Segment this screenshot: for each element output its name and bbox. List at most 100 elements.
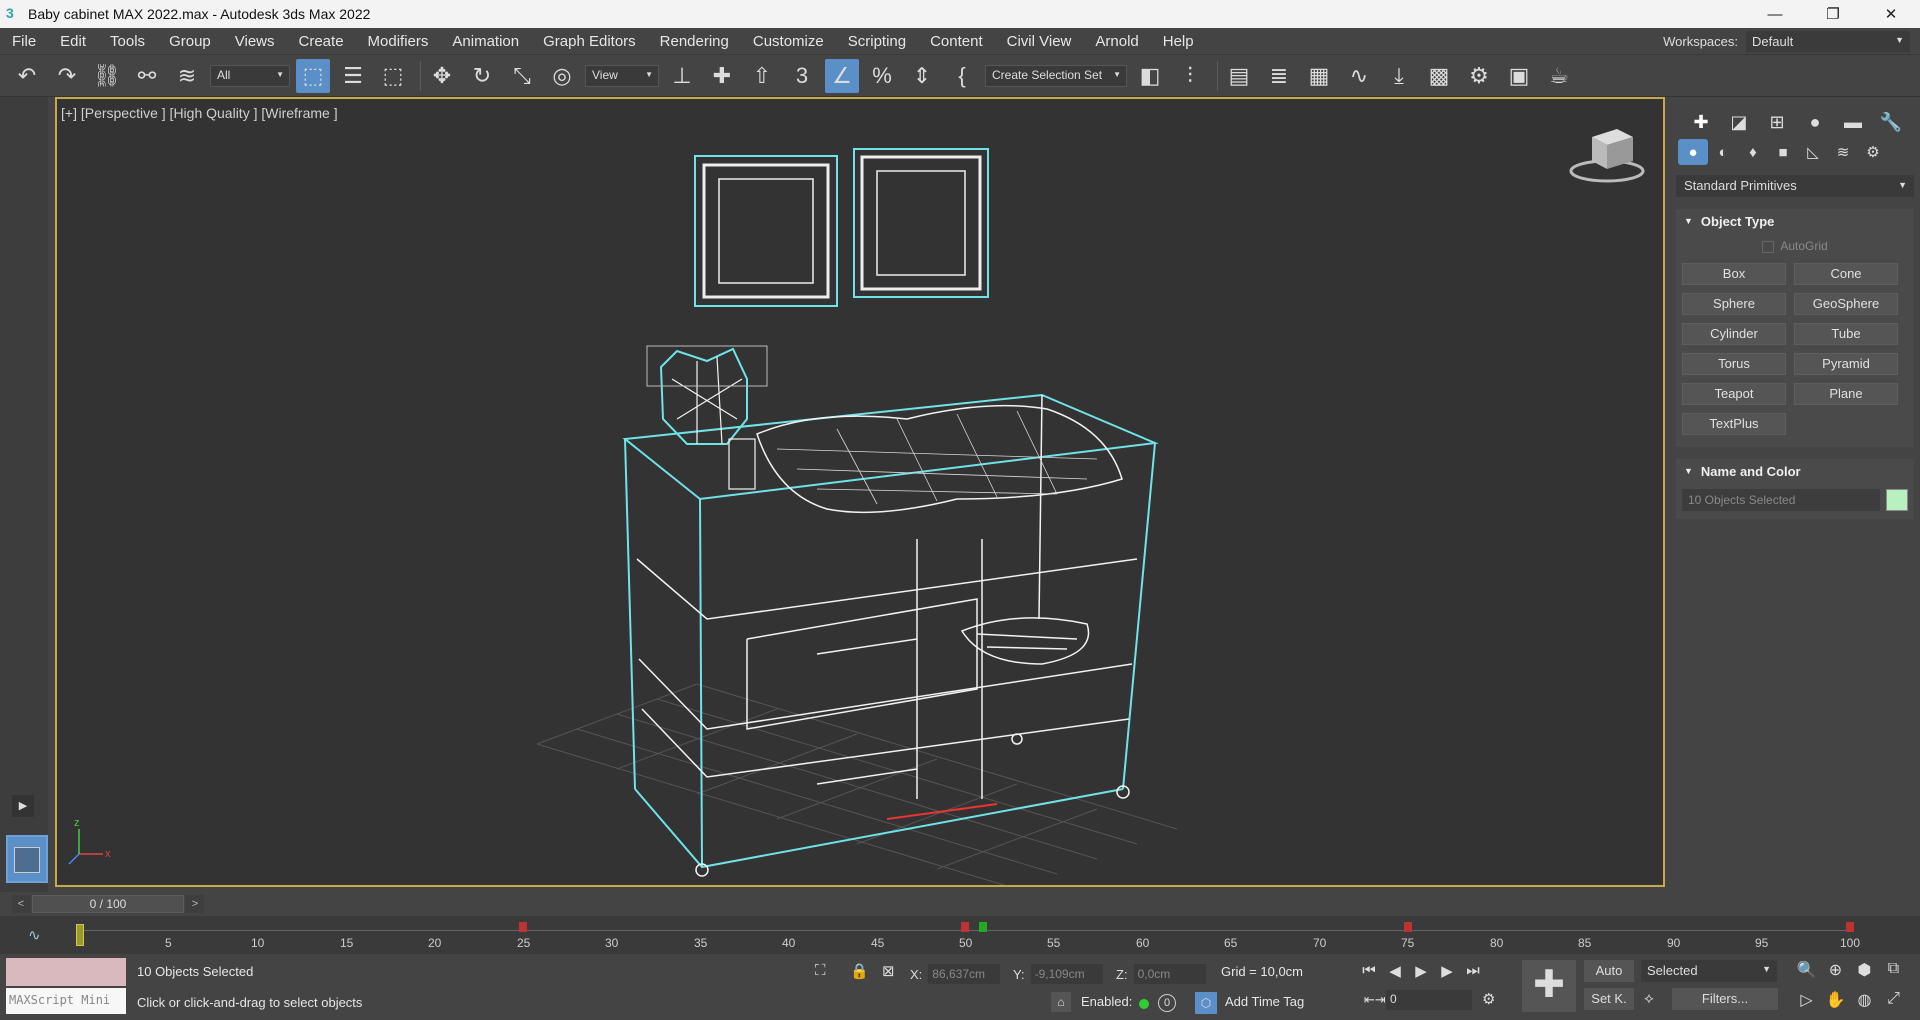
- time-slider[interactable]: < 0 / 100 >: [0, 892, 1920, 916]
- cylinder-button[interactable]: Cylinder: [1682, 323, 1786, 345]
- key-marker[interactable]: [1846, 922, 1854, 932]
- menu-arnold[interactable]: Arnold: [1083, 33, 1150, 50]
- select-object-icon[interactable]: ⬚: [296, 58, 330, 93]
- minimize-button[interactable]: —: [1746, 0, 1804, 28]
- select-by-name-icon[interactable]: ☰: [336, 59, 370, 93]
- cameras-icon[interactable]: ■: [1768, 139, 1798, 165]
- zoom-extents-icon[interactable]: ⬢: [1850, 960, 1879, 980]
- orbit-icon[interactable]: ◍: [1850, 990, 1879, 1010]
- menu-animation[interactable]: Animation: [440, 33, 531, 50]
- angle-snap-icon[interactable]: ∠: [825, 58, 859, 93]
- zoom-icon[interactable]: 🔍: [1792, 960, 1821, 980]
- redo-icon[interactable]: ↷: [50, 59, 84, 93]
- link-icon[interactable]: ⛓: [90, 59, 124, 93]
- menu-civil-view[interactable]: Civil View: [995, 33, 1084, 50]
- move-icon[interactable]: ✥: [425, 59, 459, 93]
- hierarchy-tab-icon[interactable]: ⊞: [1758, 109, 1796, 135]
- object-name-field[interactable]: 10 Objects Selected: [1682, 489, 1880, 511]
- sphere-button[interactable]: Sphere: [1682, 293, 1786, 315]
- shapes-icon[interactable]: ◐: [1708, 139, 1738, 165]
- maximize-viewport-icon[interactable]: ⤢: [1879, 990, 1908, 1010]
- undo-icon[interactable]: ↶: [10, 59, 44, 93]
- systems-icon[interactable]: ⚙: [1858, 139, 1888, 165]
- rendered-frame-window-icon[interactable]: ▣: [1502, 59, 1536, 93]
- time-tag-counter-icon[interactable]: 0: [1158, 994, 1176, 1012]
- perspective-viewport[interactable]: [+] [Perspective ] [High Quality ] [Wire…: [55, 97, 1665, 887]
- menu-tools[interactable]: Tools: [98, 33, 157, 50]
- isolate-selection-icon[interactable]: ⛶: [815, 962, 826, 979]
- tube-button[interactable]: Tube: [1794, 323, 1898, 345]
- go-to-start-icon[interactable]: ⏮: [1356, 962, 1382, 984]
- name-and-color-header[interactable]: Name and Color: [1676, 459, 1914, 483]
- curve-editor-icon[interactable]: ∿: [1342, 59, 1376, 93]
- set-key-big-icon[interactable]: ✚: [1522, 960, 1576, 1012]
- add-time-tag-button[interactable]: Add Time Tag: [1225, 994, 1304, 1009]
- viewcube[interactable]: [1569, 129, 1645, 183]
- time-tag-icon[interactable]: ⬡: [1195, 992, 1217, 1014]
- menu-graph-editors[interactable]: Graph Editors: [531, 33, 648, 50]
- place-icon[interactable]: ◎: [545, 59, 579, 93]
- key-filters-button[interactable]: Filters...: [1672, 988, 1778, 1010]
- autogrid-checkbox[interactable]: AutoGrid: [1676, 233, 1914, 259]
- cone-button[interactable]: Cone: [1794, 263, 1898, 285]
- z-coord-field[interactable]: 0,0cm: [1133, 964, 1206, 984]
- keyboard-shortcut-toggle-icon[interactable]: ⇧: [745, 59, 779, 93]
- rect-selection-region-icon[interactable]: ⬚: [376, 59, 410, 93]
- track-bar[interactable]: ∿ 5 10 15 20 25 30 35 40 45 50 55 60 65 …: [0, 916, 1920, 954]
- current-frame-field[interactable]: 0: [1386, 990, 1472, 1010]
- curve-editor-mini-icon[interactable]: ∿: [28, 926, 41, 944]
- zoom-extents-all-icon[interactable]: ⧉: [1879, 960, 1908, 980]
- key-marker[interactable]: [1404, 922, 1412, 932]
- previous-frame-icon[interactable]: ◀: [1382, 962, 1408, 984]
- field-of-view-icon[interactable]: ▷: [1792, 990, 1821, 1010]
- key-marker[interactable]: [961, 922, 969, 932]
- maxscript-listener[interactable]: MAXScript Mini: [6, 958, 126, 1014]
- workspaces-dropdown[interactable]: Default: [1746, 31, 1910, 52]
- menu-help[interactable]: Help: [1151, 33, 1206, 50]
- torus-button[interactable]: Torus: [1682, 353, 1786, 375]
- x-coord-field[interactable]: 86,637cm: [928, 964, 1001, 984]
- close-button[interactable]: ✕: [1862, 0, 1920, 28]
- toggle-ribbon-icon[interactable]: ▦: [1302, 59, 1336, 93]
- menu-content[interactable]: Content: [918, 33, 995, 50]
- pan-icon[interactable]: ✋: [1821, 990, 1850, 1010]
- render-production-icon[interactable]: ☕: [1542, 59, 1576, 93]
- time-config-icon[interactable]: ⚙: [1482, 990, 1495, 1008]
- mirror-icon[interactable]: ◧: [1133, 59, 1167, 93]
- helpers-icon[interactable]: ◺: [1798, 139, 1828, 165]
- plane-button[interactable]: Plane: [1794, 383, 1898, 405]
- current-frame-marker[interactable]: [76, 924, 84, 946]
- primitive-category-dropdown[interactable]: Standard Primitives: [1676, 175, 1914, 197]
- render-setup-icon[interactable]: ⚙: [1462, 59, 1496, 93]
- scale-icon[interactable]: ⤡: [505, 59, 539, 93]
- enabled-dot-icon[interactable]: [1139, 999, 1149, 1009]
- bind-space-warp-icon[interactable]: ≋: [170, 59, 204, 93]
- reference-coordinate-dropdown[interactable]: View: [585, 64, 659, 87]
- schematic-view-icon[interactable]: ⤓: [1382, 59, 1416, 93]
- set-key-button[interactable]: Set K.: [1584, 988, 1634, 1010]
- expand-arrow-icon[interactable]: ▶: [12, 795, 34, 817]
- menu-views[interactable]: Views: [223, 33, 287, 50]
- spinner-snap-icon[interactable]: ⇕: [905, 59, 939, 93]
- y-coord-field[interactable]: -9,109cm: [1030, 964, 1103, 984]
- menu-create[interactable]: Create: [287, 33, 356, 50]
- rotate-icon[interactable]: ↻: [465, 59, 499, 93]
- geosphere-button[interactable]: GeoSphere: [1794, 293, 1898, 315]
- go-to-end-icon[interactable]: ⏭: [1460, 962, 1486, 984]
- select-manipulate-icon[interactable]: ✚: [705, 59, 739, 93]
- key-mode-icon[interactable]: ⇤⇥: [1364, 992, 1386, 1008]
- time-slider-thumb[interactable]: 0 / 100: [32, 895, 184, 913]
- default-in-out-tangents-icon[interactable]: ⟡: [1644, 990, 1654, 1007]
- key-marker[interactable]: [979, 922, 987, 932]
- object-color-swatch[interactable]: [1886, 489, 1908, 511]
- align-icon[interactable]: ⫶: [1173, 59, 1207, 93]
- textplus-button[interactable]: TextPlus: [1682, 413, 1786, 435]
- menu-group[interactable]: Group: [157, 33, 223, 50]
- material-editor-icon[interactable]: ▩: [1422, 59, 1456, 93]
- menu-customize[interactable]: Customize: [741, 33, 836, 50]
- scene-explorer-icon[interactable]: ▤: [1222, 59, 1256, 93]
- utilities-tab-icon[interactable]: 🔧: [1872, 109, 1910, 135]
- pivot-center-icon[interactable]: ⊥: [665, 59, 699, 93]
- zoom-all-icon[interactable]: ⊕: [1821, 960, 1850, 980]
- adaptive-degradation-icon[interactable]: ⌂: [1051, 992, 1071, 1012]
